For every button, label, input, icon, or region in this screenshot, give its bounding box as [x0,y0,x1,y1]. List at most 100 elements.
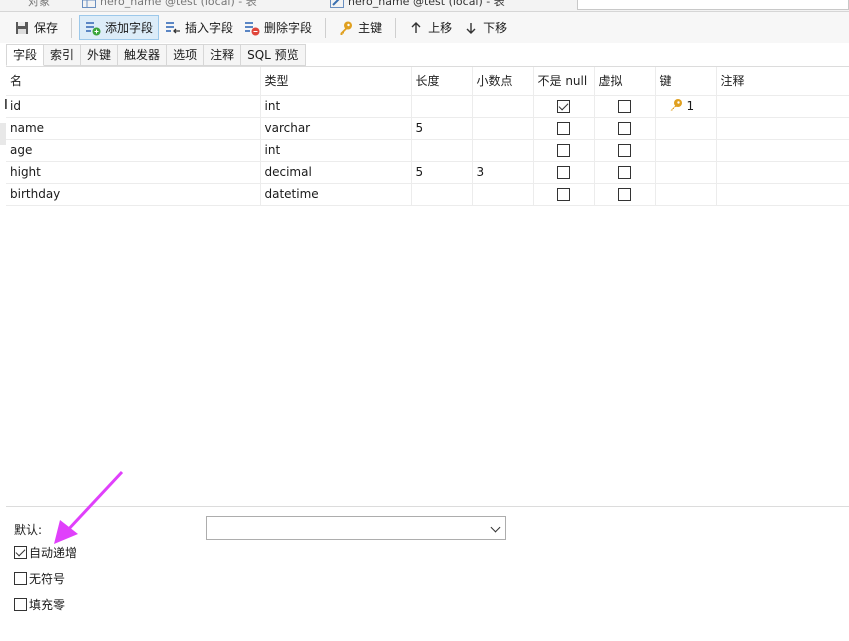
tab-sql-preview[interactable]: SQL 预览 [241,44,306,66]
not-null-checkbox[interactable] [557,166,570,179]
window-tab-bar: 对象 hero_name @test (local) - 表 hero_name… [0,0,849,12]
key-icon [338,20,354,36]
move-up-button[interactable]: 上移 [403,15,457,40]
field-comment-cell[interactable] [716,161,849,184]
window-tab-table-1[interactable]: hero_name @test (local) - 表 [82,0,257,11]
key-cell[interactable] [655,183,717,206]
unsigned-option[interactable]: 无符号 [14,570,65,587]
column-header-key[interactable]: 键 [655,67,717,96]
key-cell[interactable] [655,161,717,184]
insert-field-button[interactable]: 插入字段 [160,15,238,40]
key-cell[interactable] [655,117,717,140]
tab-fields[interactable]: 字段 [6,44,45,66]
table-row[interactable]: name varchar 5 [6,117,849,140]
table-row[interactable]: hight decimal 5 3 [6,161,849,184]
field-decimals-cell[interactable] [472,117,534,140]
key-icon [668,98,684,115]
insert-field-icon [165,20,181,36]
toolbar-divider [395,17,397,38]
field-length-cell[interactable] [411,95,473,118]
column-header-length[interactable]: 长度 [411,67,473,96]
column-header-comment[interactable]: 注释 [716,67,849,96]
annotation-arrow [54,470,124,544]
delete-field-button[interactable]: 删除字段 [239,15,317,40]
virtual-checkbox[interactable] [618,144,631,157]
auto-increment-checkbox[interactable] [14,546,27,559]
virtual-checkbox[interactable] [618,166,631,179]
virtual-cell [594,139,656,162]
add-field-icon [85,20,101,36]
column-header-not-null[interactable]: 不是 null [533,67,595,96]
field-type-cell[interactable]: varchar [260,117,412,140]
primary-key-button[interactable]: 主键 [333,15,387,40]
delete-field-icon [244,20,260,36]
save-icon [14,20,30,36]
field-name-cell[interactable]: hight [6,161,261,184]
move-down-button[interactable]: 下移 [458,15,512,40]
table-icon [82,0,96,8]
virtual-cell [594,95,656,118]
zerofill-option[interactable]: 填充零 [14,596,65,613]
table-row[interactable]: age int [6,139,849,162]
column-header-virtual[interactable]: 虚拟 [594,67,656,96]
zerofill-label: 填充零 [29,598,66,612]
not-null-checkbox[interactable] [557,144,570,157]
field-name-cell[interactable]: birthday [6,183,261,206]
window-tab-objects[interactable]: 对象 [28,0,50,11]
key-cell[interactable] [655,139,717,162]
virtual-checkbox[interactable] [618,122,631,135]
column-header-name[interactable]: 名 [6,67,261,96]
field-length-cell[interactable]: 5 [411,161,473,184]
tab-foreign-keys[interactable]: 外键 [81,44,119,66]
field-name-cell[interactable]: age [6,139,261,162]
field-name-cell[interactable]: name [6,117,261,140]
designer-tab-bar: 字段 索引 外键 触发器 选项 注释 SQL 预览 [6,44,306,66]
field-properties-panel: 默认: 自动递增 无符号 填充零 [6,506,849,641]
chevron-down-icon [490,522,501,533]
not-null-checkbox[interactable] [557,188,570,201]
field-decimals-cell[interactable] [472,95,534,118]
table-row[interactable]: id int 1 [6,95,849,118]
virtual-checkbox[interactable] [618,188,631,201]
field-comment-cell[interactable] [716,139,849,162]
virtual-checkbox[interactable] [618,100,631,113]
field-decimals-cell[interactable] [472,139,534,162]
field-length-cell[interactable]: 5 [411,117,473,140]
table-row[interactable]: birthday datetime [6,183,849,206]
field-decimals-cell[interactable] [472,183,534,206]
unsigned-checkbox[interactable] [14,572,27,585]
add-field-button[interactable]: 添加字段 [79,15,160,40]
field-length-cell[interactable] [411,183,473,206]
toolbar-divider [71,17,73,38]
search-input[interactable] [577,0,849,10]
field-type-cell[interactable]: decimal [260,161,412,184]
column-header-type[interactable]: 类型 [260,67,412,96]
tab-triggers[interactable]: 触发器 [118,44,168,66]
arrow-up-icon [408,20,424,36]
tab-indexes[interactable]: 索引 [44,44,82,66]
field-length-cell[interactable] [411,139,473,162]
row-selector-gutter [0,123,6,145]
not-null-checkbox[interactable] [557,122,570,135]
tab-comment[interactable]: 注释 [204,44,242,66]
tab-options[interactable]: 选项 [167,44,205,66]
field-name-cell[interactable]: id [6,95,261,118]
key-cell[interactable]: 1 [655,95,717,118]
not-null-checkbox[interactable] [557,100,570,113]
save-button[interactable]: 保存 [9,15,63,40]
field-comment-cell[interactable] [716,183,849,206]
window-tab-table-2[interactable]: hero_name @test (local) - 表 [330,0,505,11]
field-comment-cell[interactable] [716,117,849,140]
zerofill-checkbox[interactable] [14,598,27,611]
field-type-cell[interactable]: datetime [260,183,412,206]
column-header-decimals[interactable]: 小数点 [472,67,534,96]
field-decimals-cell[interactable]: 3 [472,161,534,184]
not-null-cell [533,95,595,118]
field-type-cell[interactable]: int [260,95,412,118]
fields-grid: 名 类型 长度 小数点 不是 null 虚拟 键 注释 id int 1 nam… [6,66,849,506]
not-null-cell [533,161,595,184]
text-cursor-icon: I [4,98,8,113]
field-comment-cell[interactable] [716,95,849,118]
field-type-cell[interactable]: int [260,139,412,162]
default-value-dropdown[interactable] [206,516,506,540]
